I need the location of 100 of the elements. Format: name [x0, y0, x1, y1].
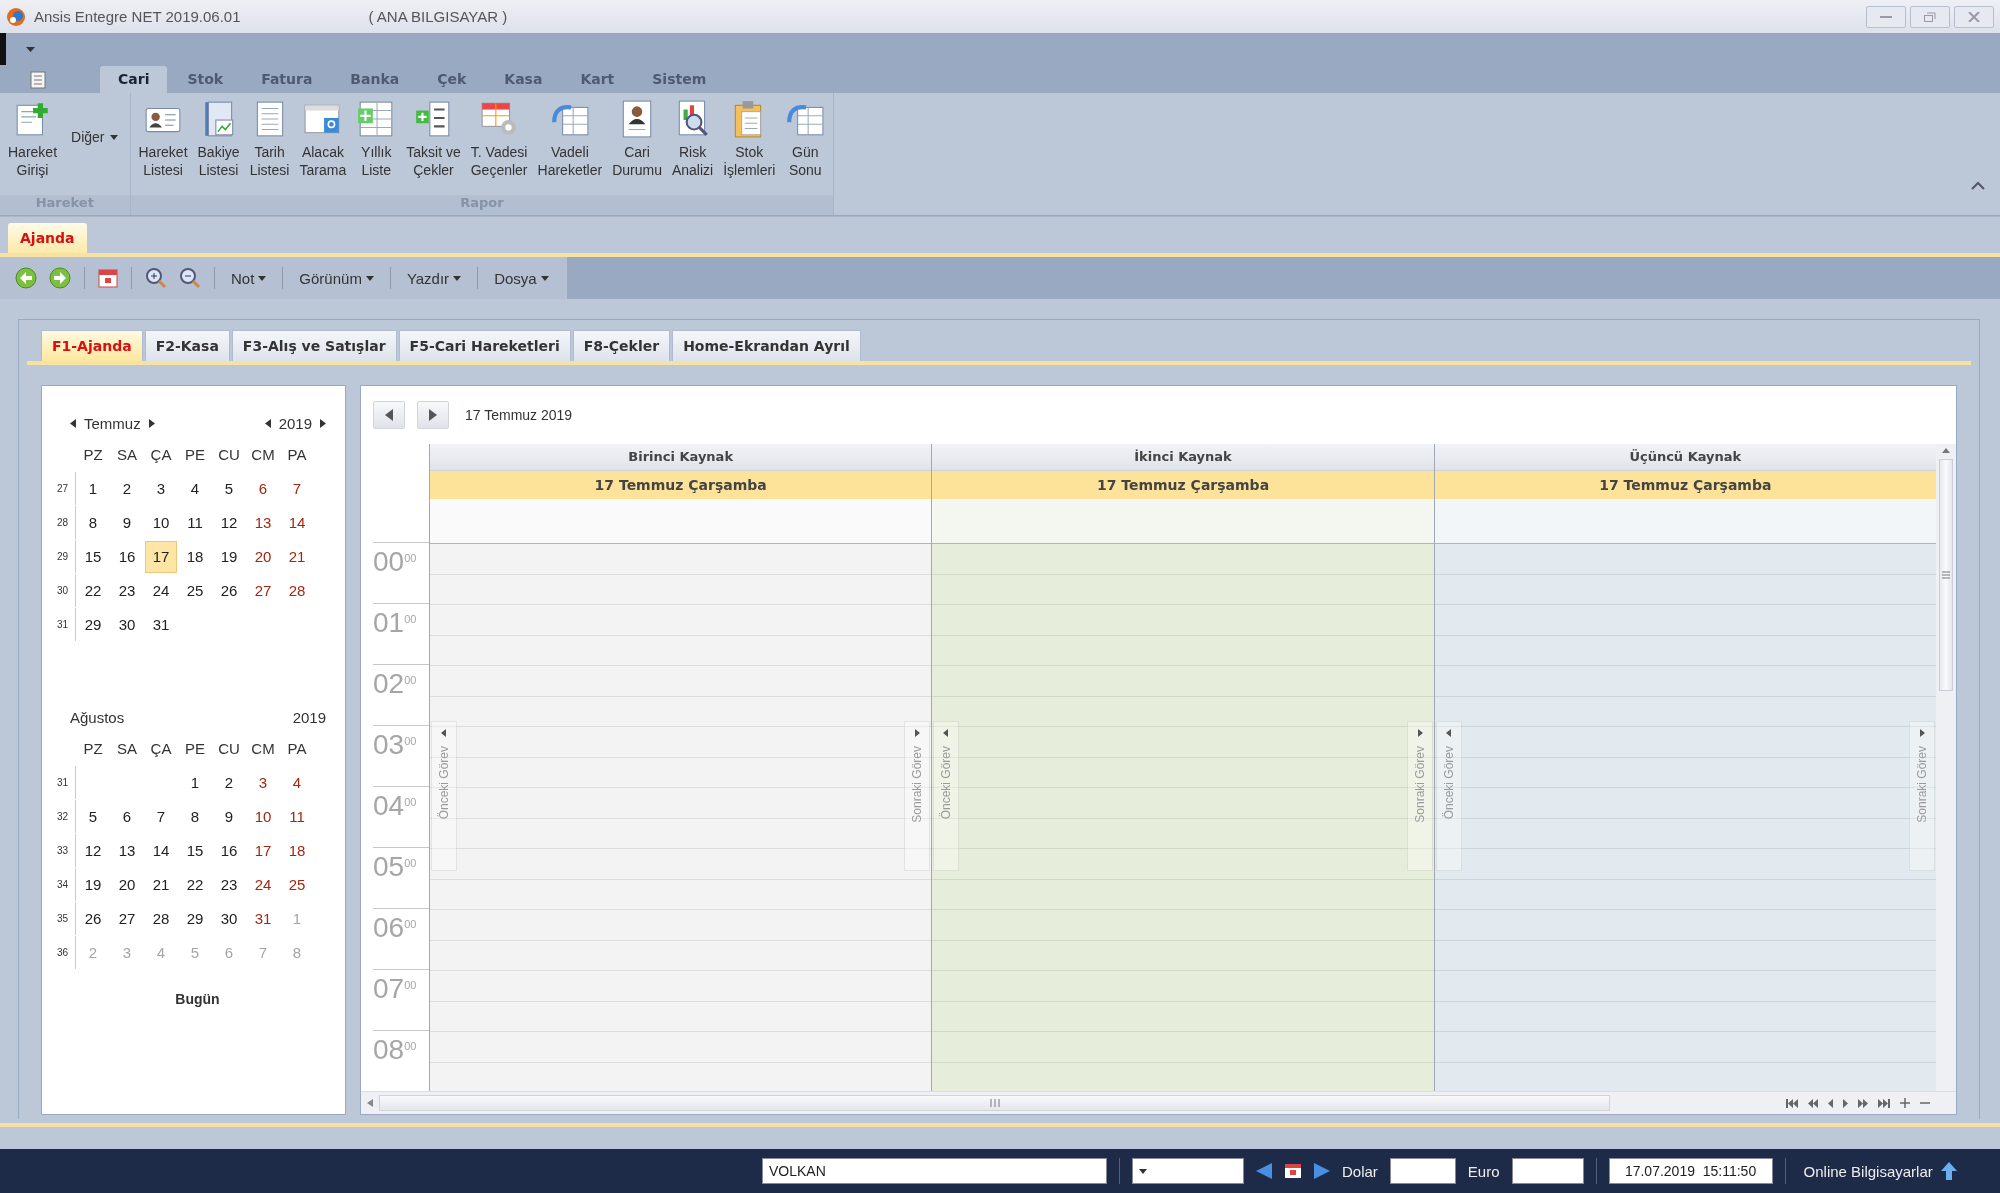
add-icon[interactable] [1900, 1098, 1910, 1108]
calendar-day[interactable]: 20 [111, 869, 143, 901]
calendar-day[interactable]: 28 [145, 903, 177, 935]
collapse-ribbon-icon[interactable] [1970, 181, 1986, 191]
calendar-day[interactable]: 13 [247, 507, 279, 539]
ribbon-button[interactable]: Hareket Girişi [4, 97, 62, 181]
calendar-day[interactable]: 21 [145, 869, 177, 901]
forward-button[interactable] [46, 264, 74, 292]
grip-icon[interactable] [1942, 571, 1950, 579]
calendar-day[interactable]: 7 [145, 801, 177, 833]
calendar-day[interactable]: 26 [77, 903, 109, 935]
previous-day-button[interactable] [373, 401, 405, 429]
calendar-day[interactable]: 13 [111, 835, 143, 867]
ribbon-button[interactable]: Gün Sonu [781, 97, 830, 181]
calendar-day[interactable]: 25 [179, 575, 211, 607]
calendar-day[interactable]: 5 [213, 473, 245, 505]
calendar-day[interactable]: 12 [77, 835, 109, 867]
ribbon-button[interactable]: Tarih Listesi [245, 97, 294, 181]
datetime-field[interactable]: 17.07.2019 15:11:50 [1608, 1158, 1773, 1184]
calendar-day[interactable]: 9 [111, 507, 143, 539]
online-computers-button[interactable]: Online Bilgisayarlar [1797, 1162, 1963, 1180]
calendar-day[interactable]: 30 [213, 903, 245, 935]
calendar-day[interactable]: 2 [213, 767, 245, 799]
ribbon-button[interactable]: Alacak Tarama [295, 97, 351, 181]
back-button[interactable] [12, 264, 40, 292]
document-tab[interactable]: Ajanda [8, 223, 87, 253]
calendar-day[interactable]: 22 [77, 575, 109, 607]
calendar-icon[interactable] [1284, 1163, 1302, 1179]
calendar-day[interactable]: 10 [247, 801, 279, 833]
ribbon-tab[interactable]: Cari [100, 66, 168, 93]
horizontal-scrollbar[interactable] [361, 1091, 1956, 1114]
menu-button[interactable]: Yazdır [400, 265, 468, 291]
calendar-day[interactable]: 19 [213, 541, 245, 573]
calendar-day[interactable]: 31 [145, 609, 177, 641]
calendar-day[interactable]: 2 [111, 473, 143, 505]
calendar-day[interactable]: 18 [179, 541, 211, 573]
calendar-day[interactable]: 11 [281, 801, 313, 833]
calendar-day[interactable]: 30 [111, 609, 143, 641]
ribbon-button[interactable]: T. Vadesi Geçenler [466, 97, 532, 181]
calendar-day[interactable]: 31 [247, 903, 279, 935]
calendar-day[interactable]: 8 [179, 801, 211, 833]
calendar-day[interactable]: 17 [247, 835, 279, 867]
agenda-tab[interactable]: F3-Alış ve Satışlar [231, 330, 397, 361]
calendar-day[interactable]: 5 [77, 801, 109, 833]
calendar-day[interactable]: 15 [179, 835, 211, 867]
next-page-icon[interactable] [1858, 1098, 1868, 1108]
calendar-day[interactable]: 25 [281, 869, 313, 901]
calendar-day[interactable]: 19 [77, 869, 109, 901]
calendar-day[interactable]: 29 [77, 609, 109, 641]
calendar-day[interactable]: 16 [111, 541, 143, 573]
ribbon-button[interactable]: Hareket Listesi [134, 97, 192, 181]
agenda-tab[interactable]: F8-Çekler [572, 330, 671, 361]
grip-icon[interactable] [989, 1099, 1000, 1107]
first-icon[interactable] [1786, 1098, 1798, 1108]
today-button[interactable]: Bugün [169, 990, 226, 1008]
euro-field[interactable] [1511, 1158, 1584, 1184]
calendar-day[interactable]: 17 [145, 541, 177, 573]
scroll-left-icon[interactable] [367, 1099, 373, 1107]
calendar-day[interactable]: 12 [213, 507, 245, 539]
calendar-day[interactable]: 24 [247, 869, 279, 901]
previous-page-icon[interactable] [1808, 1098, 1818, 1108]
calendar-day[interactable]: 18 [281, 835, 313, 867]
calendar-day[interactable]: 6 [111, 801, 143, 833]
all-day-area[interactable] [430, 499, 932, 544]
restore-button[interactable] [1910, 5, 1950, 28]
calendar-day[interactable]: 26 [213, 575, 245, 607]
next-icon[interactable] [1314, 1163, 1330, 1179]
agenda-tab[interactable]: F1-Ajanda [41, 330, 143, 361]
previous-icon[interactable] [1256, 1163, 1272, 1179]
dropdown-button[interactable]: Diğer [63, 127, 126, 147]
previous-arrow-icon[interactable] [264, 418, 271, 428]
close-button[interactable] [1954, 5, 1994, 28]
agenda-tab[interactable]: F5-Cari Hareketleri [398, 330, 571, 361]
calendar-day[interactable]: 6 [247, 473, 279, 505]
ribbon-button[interactable]: Cari Durumu [608, 97, 666, 181]
calendar-day[interactable]: 14 [281, 507, 313, 539]
calendar-day[interactable]: 4 [179, 473, 211, 505]
next-arrow-icon[interactable] [148, 418, 155, 428]
calendar-day[interactable]: 28 [281, 575, 313, 607]
last-icon[interactable] [1878, 1098, 1890, 1108]
ribbon-button[interactable]: Risk Analizi [667, 97, 718, 181]
user-field[interactable]: VOLKAN [762, 1158, 1107, 1184]
vertical-scrollbar[interactable] [1936, 444, 1956, 1091]
ribbon-button[interactable]: Stok İşlemleri [719, 97, 780, 181]
calendar-day[interactable]: 3 [247, 767, 279, 799]
scroll-up-icon[interactable] [1942, 448, 1950, 453]
calendar-day[interactable]: 23 [213, 869, 245, 901]
calendar-day[interactable]: 1 [179, 767, 211, 799]
calendar-day[interactable]: 4 [281, 767, 313, 799]
agenda-tab[interactable]: Home-Ekrandan Ayrıl [672, 330, 861, 361]
calendar-day[interactable]: 8 [77, 507, 109, 539]
menu-button[interactable]: Dosya [488, 265, 555, 291]
calendar-day[interactable]: 7 [281, 473, 313, 505]
ribbon-button[interactable]: Taksit ve Çekler [402, 97, 465, 181]
calendar-day[interactable]: 16 [213, 835, 245, 867]
calendar-day[interactable]: 10 [145, 507, 177, 539]
previous-icon[interactable] [1828, 1098, 1833, 1108]
previous-arrow-icon[interactable] [70, 418, 76, 428]
calendar-day[interactable]: 27 [247, 575, 279, 607]
ribbon-button[interactable]: Bakiye Listesi [193, 97, 244, 181]
